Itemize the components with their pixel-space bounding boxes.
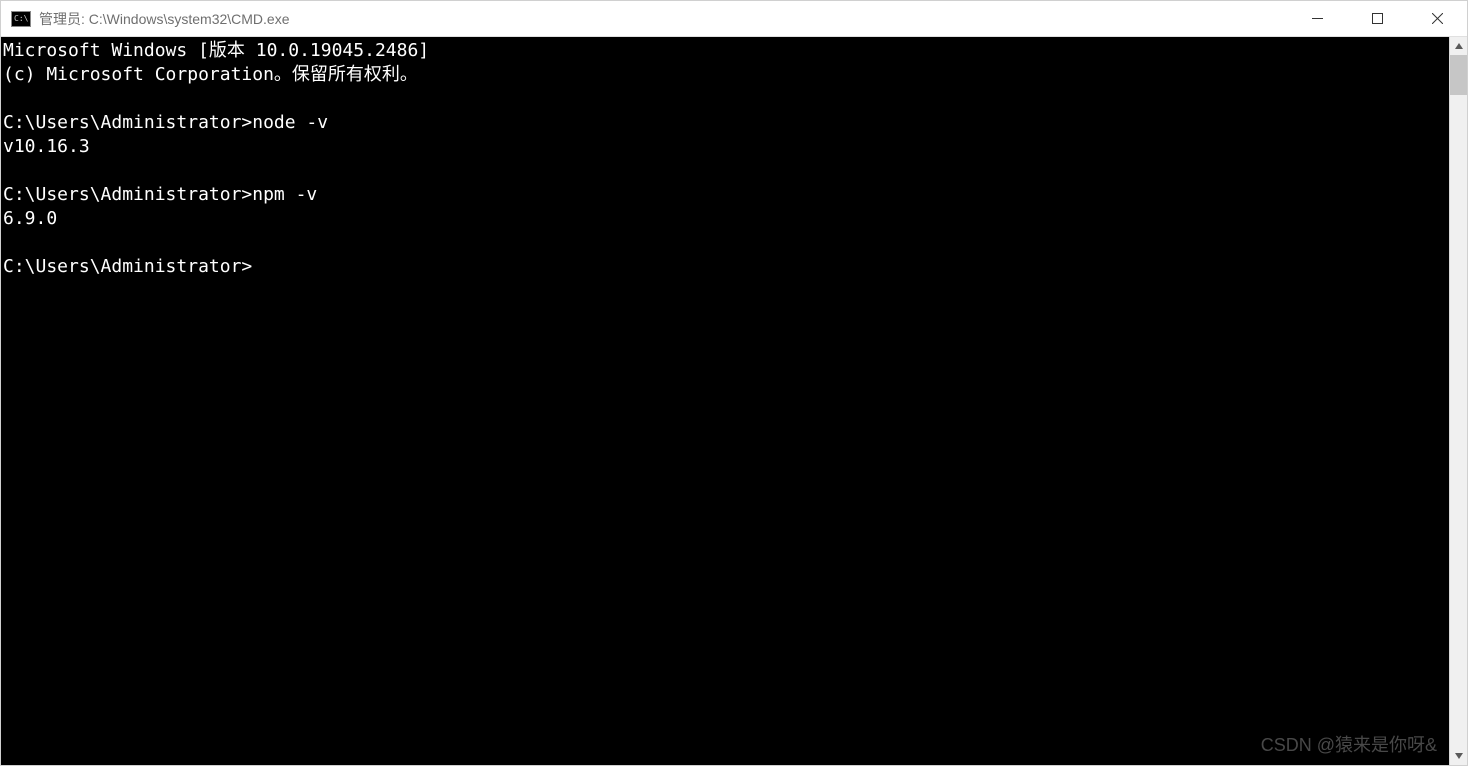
- maximize-icon: [1372, 13, 1383, 24]
- close-icon: [1432, 13, 1443, 24]
- command-text: node -v: [252, 112, 328, 133]
- output-line: v10.16.3: [3, 136, 90, 157]
- minimize-button[interactable]: [1287, 1, 1347, 36]
- command-text: npm -v: [252, 184, 317, 205]
- command-line: C:\Users\Administrator>npm -v: [3, 183, 1449, 207]
- close-button[interactable]: [1407, 1, 1467, 36]
- vertical-scrollbar[interactable]: [1449, 37, 1467, 765]
- terminal-output[interactable]: Microsoft Windows [版本 10.0.19045.2486](c…: [1, 37, 1449, 765]
- scroll-thumb[interactable]: [1450, 55, 1467, 95]
- scroll-up-button[interactable]: [1450, 37, 1467, 55]
- minimize-icon: [1312, 13, 1323, 24]
- blank-line: [3, 159, 1449, 183]
- title-bar[interactable]: C:\ 管理员: C:\Windows\system32\CMD.exe: [1, 1, 1467, 37]
- prompt: C:\Users\Administrator>: [3, 256, 252, 277]
- blank-line: [3, 87, 1449, 111]
- prompt: C:\Users\Administrator>: [3, 184, 252, 205]
- blank-line: [3, 231, 1449, 255]
- output-line: 6.9.0: [3, 208, 57, 229]
- prompt: C:\Users\Administrator>: [3, 112, 252, 133]
- scroll-track[interactable]: [1450, 55, 1467, 747]
- cmd-icon: C:\: [11, 11, 31, 27]
- header-line: Microsoft Windows [版本 10.0.19045.2486]: [3, 39, 1449, 63]
- window-controls: [1287, 1, 1467, 36]
- chevron-down-icon: [1455, 752, 1463, 760]
- current-prompt-line: C:\Users\Administrator>: [3, 255, 1449, 279]
- header-line: (c) Microsoft Corporation。保留所有权利。: [3, 63, 1449, 87]
- terminal-area: Microsoft Windows [版本 10.0.19045.2486](c…: [1, 37, 1467, 765]
- window-title: 管理员: C:\Windows\system32\CMD.exe: [39, 9, 1287, 29]
- cmd-window: C:\ 管理员: C:\Windows\system32\CMD.exe Mic…: [0, 0, 1468, 766]
- command-line: C:\Users\Administrator>node -v: [3, 111, 1449, 135]
- scroll-down-button[interactable]: [1450, 747, 1467, 765]
- chevron-up-icon: [1455, 42, 1463, 50]
- maximize-button[interactable]: [1347, 1, 1407, 36]
